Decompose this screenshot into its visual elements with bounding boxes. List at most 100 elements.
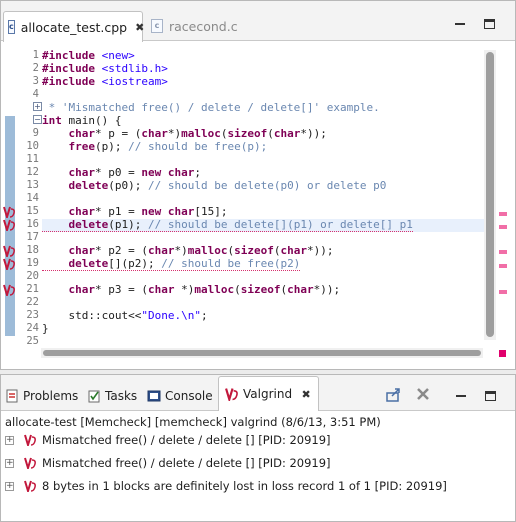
maximize-button[interactable] bbox=[485, 391, 497, 403]
scrollbar-thumb[interactable] bbox=[43, 350, 481, 356]
tab-racecond-c[interactable]: c racecond.c bbox=[147, 11, 247, 41]
code-line[interactable]: std::cout<<"Done.\n"; bbox=[42, 309, 207, 322]
valgrind-error-icon[interactable] bbox=[3, 245, 16, 257]
close-icon[interactable]: ✖ bbox=[300, 388, 312, 401]
export-icon[interactable] bbox=[386, 387, 400, 402]
overview-error-marker[interactable] bbox=[499, 225, 507, 229]
minimize-button[interactable] bbox=[455, 17, 467, 29]
tab-label: allocate_test.cpp bbox=[20, 19, 128, 35]
code-line[interactable]: char* p2 = (char*)malloc(sizeof(char*)); bbox=[42, 244, 334, 257]
line-number: 19 bbox=[26, 257, 39, 269]
valgrind-error-icon[interactable] bbox=[3, 258, 16, 270]
code-line[interactable]: char* p1 = new char[15]; bbox=[42, 205, 228, 218]
line-number: 22 bbox=[26, 296, 39, 308]
line-number: 13 bbox=[26, 179, 39, 191]
valgrind-error-icon bbox=[24, 457, 36, 469]
overview-status-indicator[interactable] bbox=[499, 350, 506, 357]
line-number: 18 bbox=[26, 244, 39, 256]
cpp-file-icon: c bbox=[8, 20, 15, 34]
code-line[interactable]: char* p3 = (char *)malloc(sizeof(char*))… bbox=[42, 283, 341, 296]
code-line[interactable]: * 'Mismatched free() / delete / delete[]… bbox=[42, 101, 380, 114]
tree-row-label: Mismatched free() / delete / delete [] [… bbox=[42, 456, 331, 470]
maximize-button[interactable] bbox=[484, 19, 496, 31]
tree-row[interactable]: + Mismatched free() / delete / delete []… bbox=[5, 431, 331, 449]
overview-error-marker[interactable] bbox=[499, 250, 507, 254]
line-number: 20 bbox=[26, 270, 39, 282]
tab-problems[interactable]: Problems bbox=[5, 385, 78, 407]
overview-error-marker[interactable] bbox=[499, 212, 507, 216]
console-icon bbox=[147, 389, 161, 403]
tree-row[interactable]: + Mismatched free() / delete / delete []… bbox=[5, 454, 331, 472]
valgrind-error-icon[interactable] bbox=[3, 206, 16, 218]
code-line[interactable]: char* p0 = new char; bbox=[42, 166, 201, 179]
tab-valgrind[interactable]: Valgrind ✖ bbox=[218, 376, 320, 411]
panel-tabbar: Problems Tasks Console Valgrind ✖ bbox=[1, 375, 515, 411]
expand-icon[interactable]: + bbox=[5, 481, 14, 491]
overview-error-marker[interactable] bbox=[499, 290, 507, 294]
line-number: 9 bbox=[32, 127, 39, 139]
line-number: 4 bbox=[32, 88, 39, 100]
code-line[interactable]: char* p = (char*)malloc(sizeof(char*)); bbox=[42, 127, 327, 140]
valgrind-summary: allocate-test [Memcheck] [memcheck] valg… bbox=[5, 415, 381, 429]
valgrind-error-icon bbox=[24, 434, 36, 446]
code-line[interactable]: int main() { bbox=[42, 114, 121, 127]
c-file-icon: c bbox=[151, 19, 163, 33]
line-number: 16 bbox=[26, 218, 39, 230]
code-line[interactable]: free(p); // should be free(p); bbox=[42, 140, 268, 153]
valgrind-error-icon[interactable] bbox=[3, 219, 16, 231]
tab-tasks[interactable]: Tasks bbox=[87, 385, 137, 407]
close-icon[interactable]: ✖ bbox=[135, 21, 144, 34]
tab-label: Console bbox=[165, 389, 213, 403]
tab-label: racecond.c bbox=[169, 18, 238, 34]
tab-label: Tasks bbox=[105, 389, 138, 403]
line-number: 10 bbox=[26, 140, 39, 152]
line-number: 15 bbox=[26, 205, 39, 217]
line-number: 2 bbox=[32, 62, 39, 74]
code-line[interactable]: #include <new> bbox=[42, 49, 135, 62]
code-line[interactable]: } bbox=[42, 322, 49, 335]
vertical-scrollbar[interactable] bbox=[484, 50, 496, 340]
editor-pane: c allocate_test.cpp ✖ c racecond.c 12346… bbox=[0, 0, 516, 370]
line-number: 17 bbox=[26, 231, 39, 243]
collapse-fold-icon[interactable]: − bbox=[33, 115, 42, 124]
minimize-icon bbox=[456, 392, 466, 397]
tree-row-label: Mismatched free() / delete / delete [] [… bbox=[42, 433, 331, 447]
tab-allocate-test-cpp[interactable]: c allocate_test.cpp ✖ bbox=[3, 11, 144, 42]
code-line[interactable]: delete(p0); // should be delete(p0) or d… bbox=[42, 179, 387, 192]
code-editor[interactable]: 123468910111213141516171819202122232425 … bbox=[1, 42, 515, 369]
line-number: 24 bbox=[26, 322, 39, 334]
maximize-icon bbox=[484, 19, 495, 29]
overview-error-marker[interactable] bbox=[499, 264, 507, 268]
line-number: 3 bbox=[32, 75, 39, 87]
line-numbers: 123468910111213141516171819202122232425 bbox=[17, 42, 39, 369]
code-line[interactable]: delete[](p2); // should be free(p2) bbox=[42, 257, 301, 271]
line-number: 12 bbox=[26, 166, 39, 178]
code-line[interactable]: #include <stdlib.h> bbox=[42, 62, 168, 75]
code-line[interactable]: delete(p1); // should be delete[](p1) or… bbox=[42, 218, 413, 232]
line-number: 21 bbox=[26, 283, 39, 295]
bottom-panel: Problems Tasks Console Valgrind ✖ alloca… bbox=[0, 374, 516, 522]
tasks-icon bbox=[87, 389, 101, 403]
expand-icon[interactable]: + bbox=[5, 435, 14, 445]
expand-fold-icon[interactable]: + bbox=[33, 102, 42, 111]
code-line[interactable]: #include <iostream> bbox=[42, 75, 168, 88]
scrollbar-thumb[interactable] bbox=[486, 52, 494, 337]
remove-icon[interactable] bbox=[416, 387, 430, 401]
tree-row[interactable]: + 8 bytes in 1 blocks are definitely los… bbox=[5, 477, 447, 495]
tab-console[interactable]: Console bbox=[147, 385, 213, 407]
maximize-icon bbox=[485, 391, 496, 401]
editor-tabbar: c allocate_test.cpp ✖ c racecond.c bbox=[1, 1, 515, 42]
expand-icon[interactable]: + bbox=[5, 458, 14, 468]
tab-label: Valgrind bbox=[243, 387, 293, 401]
valgrind-icon bbox=[225, 387, 239, 401]
line-number: 23 bbox=[26, 309, 39, 321]
valgrind-error-icon[interactable] bbox=[3, 284, 16, 296]
line-number: 1 bbox=[32, 49, 39, 61]
line-number: 11 bbox=[26, 153, 39, 165]
horizontal-scrollbar[interactable] bbox=[41, 348, 483, 358]
tree-row-label: 8 bytes in 1 blocks are definitely lost … bbox=[42, 479, 447, 493]
minimize-button[interactable] bbox=[456, 389, 468, 401]
problems-icon bbox=[5, 389, 19, 403]
tab-label: Problems bbox=[23, 389, 79, 403]
line-number: 14 bbox=[26, 192, 39, 204]
